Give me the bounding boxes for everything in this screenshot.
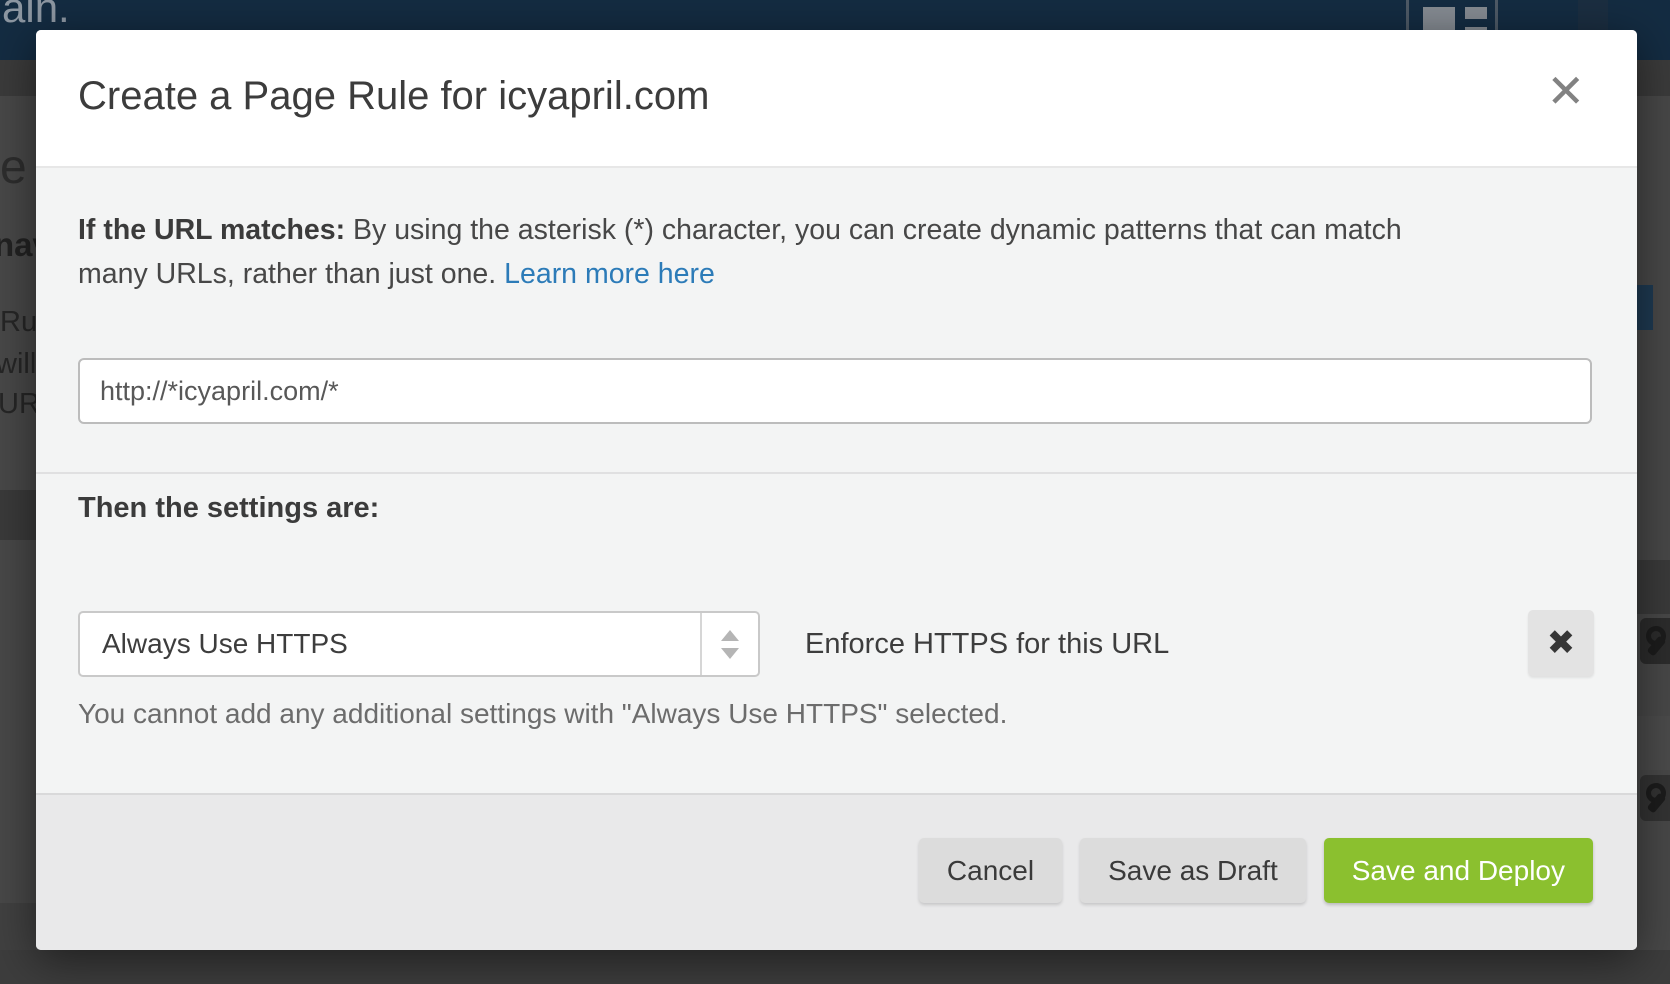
page-rules-screen: ain. e nav Ru will UR Create a Page Rule… — [0, 0, 1670, 984]
modal-title: Create a Page Rule for icyapril.com — [78, 74, 709, 119]
backdrop-text-fragment: Ru — [0, 306, 37, 339]
chevron-up-icon — [721, 630, 739, 641]
cancel-button[interactable]: Cancel — [919, 838, 1062, 903]
url-match-description: If the URL matches: By using the asteris… — [78, 208, 1478, 296]
backdrop-table-header — [0, 490, 36, 540]
backdrop-text-fragment: UR — [0, 388, 40, 421]
close-icon[interactable]: ✕ — [1546, 68, 1585, 114]
setting-select-value: Always Use HTTPS — [102, 613, 348, 675]
save-and-deploy-button[interactable]: Save and Deploy — [1324, 838, 1593, 903]
backdrop-band — [0, 950, 1670, 984]
chevron-down-icon — [721, 648, 739, 659]
topbar-text-fragment: ain. — [2, 0, 70, 32]
backdrop-text-fragment: will — [0, 348, 36, 381]
learn-more-link[interactable]: Learn more here — [504, 258, 715, 290]
setting-description: Enforce HTTPS for this URL — [805, 611, 1169, 677]
url-pattern-input[interactable] — [78, 358, 1592, 424]
backdrop-band — [1637, 560, 1670, 614]
wrench-icon — [1640, 618, 1670, 664]
save-as-draft-button[interactable]: Save as Draft — [1080, 838, 1306, 903]
layout-icon-bar — [1465, 7, 1487, 19]
section-divider — [36, 472, 1637, 474]
select-spinner[interactable] — [700, 613, 758, 675]
setting-note: You cannot add any additional settings w… — [78, 698, 1007, 730]
modal-header: Create a Page Rule for icyapril.com ✕ — [36, 30, 1637, 168]
backdrop-band — [0, 903, 36, 950]
backdrop-blue-button-fragment — [1637, 285, 1653, 330]
url-match-label: If the URL matches: — [78, 214, 345, 246]
backdrop-band — [1637, 716, 1670, 770]
settings-heading: Then the settings are: — [78, 492, 379, 525]
modal-footer: Cancel Save as Draft Save and Deploy — [36, 793, 1637, 950]
wrench-icon — [1640, 775, 1670, 821]
backdrop-text-fragment: e — [0, 140, 27, 195]
remove-setting-button[interactable]: ✖ — [1528, 610, 1594, 676]
backdrop-band — [0, 60, 36, 96]
backdrop-band — [1637, 60, 1670, 96]
setting-select[interactable]: Always Use HTTPS — [78, 611, 760, 677]
create-page-rule-modal: Create a Page Rule for icyapril.com ✕ If… — [36, 30, 1637, 950]
